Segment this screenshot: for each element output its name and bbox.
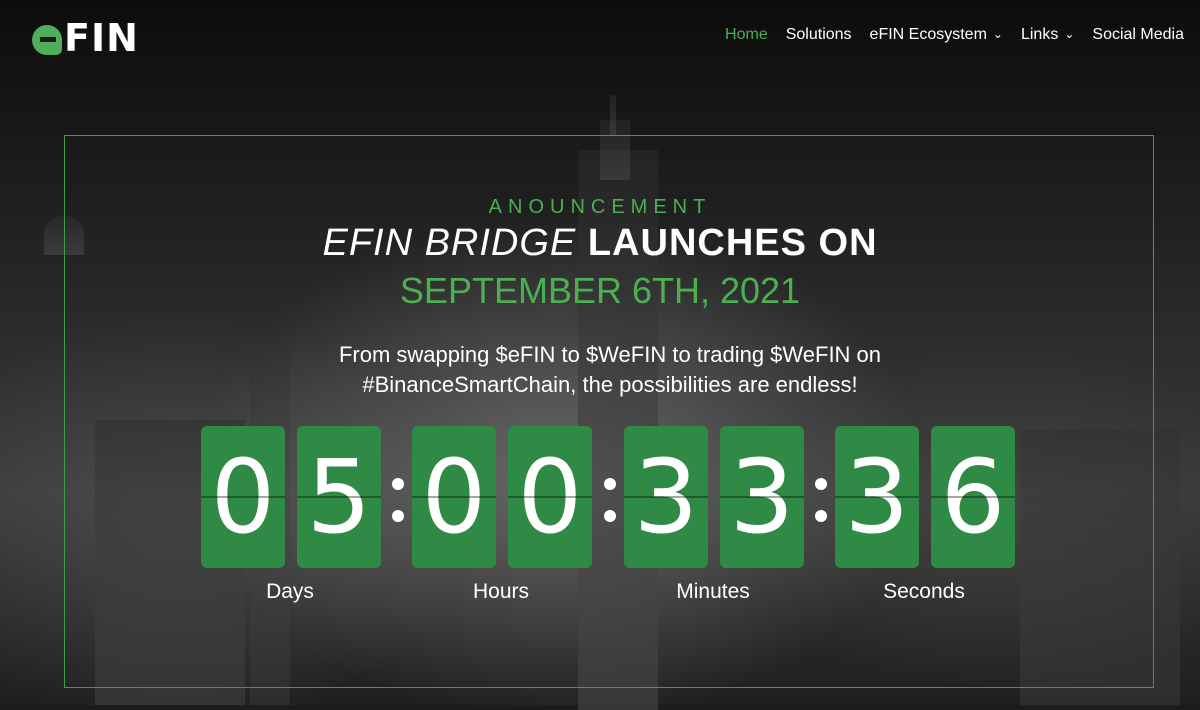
announcement-headline: EFIN BRIDGE LAUNCHES ON bbox=[0, 222, 1200, 265]
launch-date: SEPTEMBER 6TH, 2021 bbox=[399, 270, 801, 311]
nav-efin-ecosystem[interactable]: eFIN Ecosystem ⌄ bbox=[870, 26, 1003, 44]
hours-label: Hours bbox=[472, 580, 530, 603]
seconds-label: Seconds bbox=[883, 580, 965, 603]
nav-efin-ecosystem-label: eFIN Ecosystem bbox=[869, 26, 987, 43]
minutes-label: Minutes bbox=[676, 580, 750, 603]
subtitle-line-1: From swapping $eFIN to $WeFIN to trading… bbox=[338, 342, 882, 367]
headline-action: LAUNCHES ON bbox=[587, 222, 878, 264]
nav-links-label: Links bbox=[1020, 26, 1059, 43]
countdown-separator bbox=[811, 470, 831, 530]
nav-social-media-label: Social Media bbox=[1092, 26, 1184, 43]
skyscraper-spire bbox=[610, 95, 616, 135]
nav-links[interactable]: Links ⌄ bbox=[1021, 26, 1074, 44]
nav-solutions[interactable]: Solutions bbox=[786, 26, 852, 44]
days-digit-2: 5 bbox=[297, 426, 381, 568]
hours-digit-2: 0 bbox=[508, 426, 592, 568]
nav-home-label: Home bbox=[725, 26, 768, 43]
main-nav: Home Solutions eFIN Ecosystem ⌄ Links ⌄ So… bbox=[725, 26, 1184, 44]
seconds-digit-1: 3 bbox=[835, 426, 919, 568]
days-digit-1: 0 bbox=[201, 426, 285, 568]
nav-home[interactable]: Home bbox=[725, 26, 768, 44]
days-label: Days bbox=[266, 580, 314, 603]
minutes-digit-2: 3 bbox=[720, 426, 804, 568]
announcement-subtitle: From swapping $eFIN to $WeFIN to trading… bbox=[300, 340, 920, 400]
logo-e-icon bbox=[32, 25, 62, 55]
seconds-digit-2: 6 bbox=[931, 426, 1015, 568]
hours-digit-1: 0 bbox=[412, 426, 496, 568]
chevron-down-icon: ⌄ bbox=[992, 27, 1003, 41]
nav-social-media[interactable]: Social Media bbox=[1092, 26, 1184, 44]
announcement-kicker: ANOUNCEMENT bbox=[488, 196, 712, 218]
countdown-separator bbox=[388, 470, 408, 530]
headline-product: EFIN BRIDGE bbox=[322, 222, 577, 264]
chevron-down-icon: ⌄ bbox=[1064, 27, 1075, 41]
logo-text: FIN bbox=[64, 16, 139, 60]
minutes-digit-1: 3 bbox=[624, 426, 708, 568]
nav-solutions-label: Solutions bbox=[785, 26, 852, 43]
efin-logo[interactable]: FIN bbox=[32, 16, 139, 60]
countdown-separator bbox=[600, 470, 620, 530]
subtitle-line-2: #BinanceSmartChain, the possibilities ar… bbox=[362, 372, 858, 397]
